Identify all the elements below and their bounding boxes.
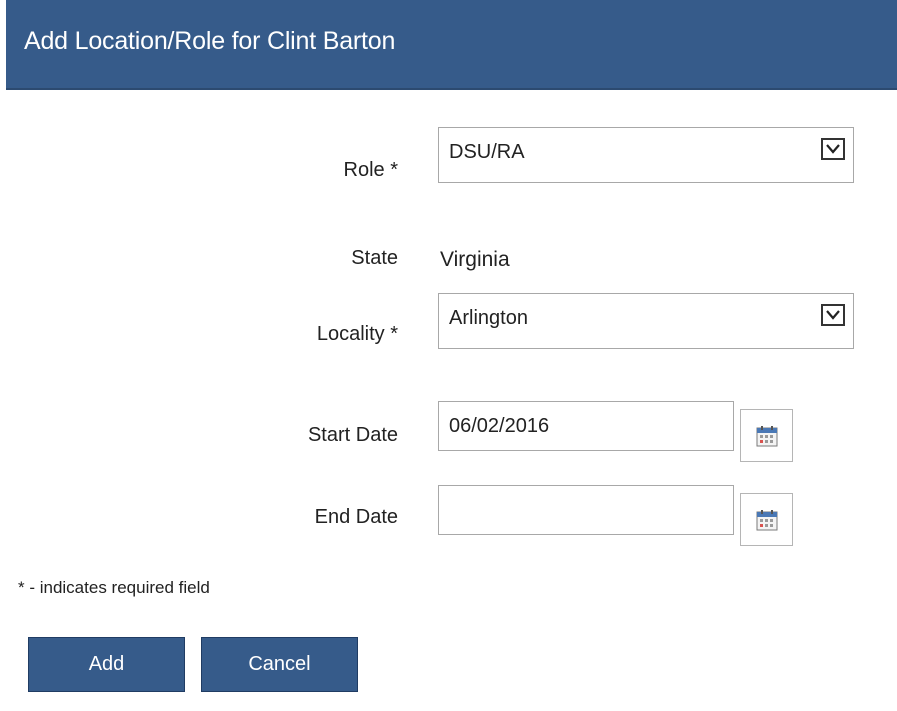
locality-select[interactable]: Arlington bbox=[438, 293, 854, 349]
calendar-icon bbox=[756, 426, 778, 447]
role-label: Role * bbox=[343, 159, 398, 181]
end-date-calendar-button[interactable] bbox=[740, 493, 793, 546]
calendar-icon bbox=[756, 510, 778, 531]
end-date-input[interactable] bbox=[438, 485, 734, 535]
chevron-down-icon[interactable] bbox=[821, 304, 845, 326]
start-date-input[interactable] bbox=[438, 401, 734, 451]
locality-select-value: Arlington bbox=[449, 307, 528, 329]
role-select[interactable]: DSU/RA bbox=[438, 127, 854, 183]
add-location-role-dialog: Add Location/Role for Clint Barton Role … bbox=[0, 0, 897, 711]
add-button[interactable]: Add bbox=[28, 637, 185, 692]
dialog-title: Add Location/Role for Clint Barton bbox=[24, 27, 396, 55]
locality-label: Locality * bbox=[316, 323, 398, 345]
start-date-label: Start Date bbox=[307, 424, 398, 446]
chevron-down-icon[interactable] bbox=[821, 138, 845, 160]
state-label: State bbox=[351, 247, 398, 269]
start-date-calendar-button[interactable] bbox=[740, 409, 793, 462]
end-date-label: End Date bbox=[314, 506, 398, 528]
cancel-button[interactable]: Cancel bbox=[201, 637, 358, 692]
role-select-value: DSU/RA bbox=[449, 141, 525, 163]
dialog-header: Add Location/Role for Clint Barton bbox=[6, 0, 897, 90]
state-value: Virginia bbox=[440, 248, 510, 271]
required-field-note: * - indicates required field bbox=[18, 578, 210, 597]
